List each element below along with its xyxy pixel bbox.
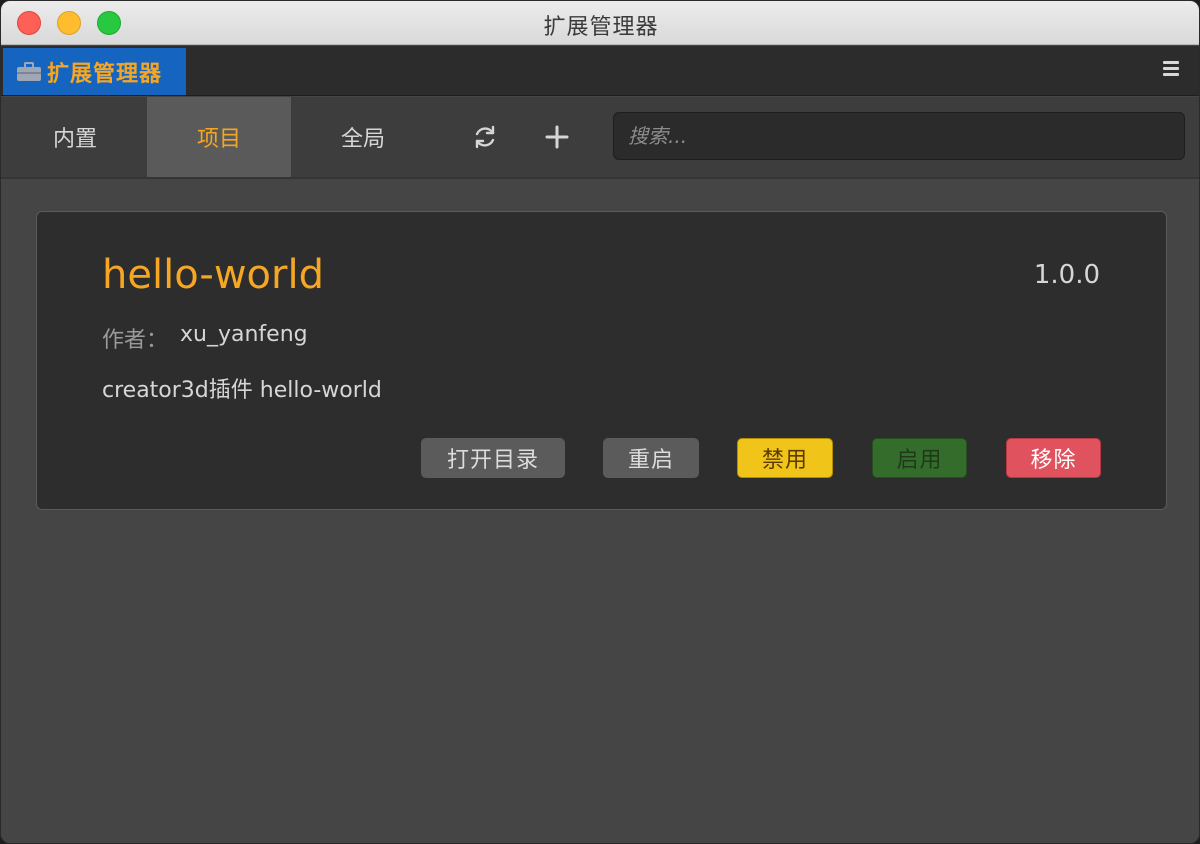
open-folder-button[interactable]: 打开目录 [421,438,565,478]
enable-button[interactable]: 启用 [872,438,967,478]
toolbar: 内置 项目 全局 [1,97,1199,179]
hamburger-menu-icon[interactable] [1163,61,1179,77]
search-input[interactable] [613,112,1185,160]
toolbox-icon [17,61,41,83]
title-bar: 扩展管理器 [1,1,1199,45]
extension-manager-window: 扩展管理器 扩展管理器 内置 项目 全局 搜索... hello-world 1… [0,0,1200,844]
extension-version: 1.0.0 [1033,260,1100,290]
plus-icon[interactable] [539,119,575,155]
author-value: xu_yanfeng [180,322,308,347]
panel-tab-label: 扩展管理器 [47,61,163,87]
restart-button[interactable]: 重启 [603,438,699,478]
extension-description: creator3d插件 hello-world [102,378,382,403]
tab-builtin[interactable]: 内置 [3,97,147,177]
panel-tab-extension-manager[interactable]: 扩展管理器 [3,48,186,95]
refresh-icon[interactable] [467,119,503,155]
extension-name: hello-world [102,252,324,298]
panel-tab-bar: 扩展管理器 [1,46,1199,96]
remove-button[interactable]: 移除 [1006,438,1101,478]
disable-button[interactable]: 禁用 [737,438,833,478]
author-label: 作者： [102,328,169,353]
window-title: 扩展管理器 [543,15,659,40]
tab-global[interactable]: 全局 [291,97,435,177]
tab-project[interactable]: 项目 [147,97,291,177]
extension-card: hello-world 1.0.0 作者： xu_yanfeng creator… [36,211,1167,510]
